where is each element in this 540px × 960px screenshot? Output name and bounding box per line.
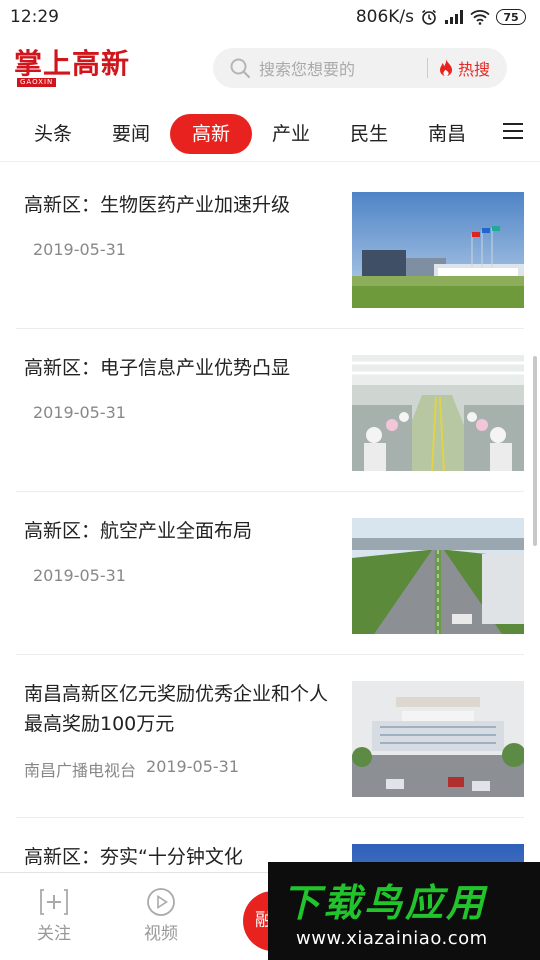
news-thumbnail[interactable]: [352, 518, 524, 634]
status-time: 12:29: [10, 7, 59, 27]
signal-icon: [445, 10, 463, 24]
news-list: 高新区：生物医药产业加速升级 2019-05-31 高新区：电子信息产业优势凸显…: [0, 166, 540, 872]
menu-icon[interactable]: [502, 120, 524, 142]
news-title[interactable]: 高新区：生物医药产业加速升级: [24, 190, 336, 220]
news-meta: 2019-05-31: [33, 240, 126, 259]
alarm-icon: [422, 9, 436, 25]
watermark: 下载鸟应用 www.xiazainiao.com: [268, 862, 540, 960]
nav-video[interactable]: 视频: [131, 887, 191, 944]
app-logo: 掌上高新 GAOXIN: [14, 48, 134, 88]
watermark-title: 下载鸟应用: [282, 881, 488, 925]
news-thumbnail[interactable]: [352, 681, 524, 797]
news-title[interactable]: 高新区：电子信息产业优势凸显: [24, 353, 336, 383]
news-title[interactable]: 南昌高新区亿元奖励优秀企业和个人 最高奖励100万元: [24, 679, 336, 739]
network-speed: 806K/s: [355, 7, 414, 27]
tab-industry[interactable]: 产业: [252, 114, 330, 154]
status-bar: 12:29 806K/s 75: [0, 0, 540, 34]
search-icon: [230, 58, 251, 79]
battery-icon: 75: [496, 9, 526, 25]
hot-search-label: 热搜: [458, 60, 491, 79]
news-date: 2019-05-31: [33, 240, 126, 259]
wifi-icon: [470, 10, 490, 25]
news-title[interactable]: 高新区：航空产业全面布局: [24, 516, 336, 546]
logo-subtitle: GAOXIN: [17, 78, 57, 87]
news-date: 2019-05-31: [146, 757, 239, 776]
news-item[interactable]: 高新区：航空产业全面布局 2019-05-31: [16, 492, 524, 655]
scrollbar[interactable]: [533, 356, 537, 546]
news-meta: 2019-05-31: [33, 566, 126, 585]
logo-title: 掌上高新: [14, 47, 131, 80]
tab-news[interactable]: 要闻: [92, 114, 170, 154]
news-item[interactable]: 南昌高新区亿元奖励优秀企业和个人 最高奖励100万元 南昌广播电视台 2019-…: [16, 655, 524, 818]
news-item[interactable]: 高新区：生物医药产业加速升级 2019-05-31: [16, 166, 524, 329]
tab-gaoxin[interactable]: 高新: [170, 113, 253, 154]
flame-icon: [440, 59, 452, 76]
news-meta: 2019-05-31: [33, 403, 126, 422]
status-indicators: 806K/s 75: [356, 7, 526, 27]
news-item[interactable]: 高新区：电子信息产业优势凸显 2019-05-31: [16, 329, 524, 492]
search-input[interactable]: 搜索您想要的: [259, 56, 419, 80]
tab-headline[interactable]: 头条: [14, 114, 92, 154]
nav-video-label: 视频: [144, 924, 178, 944]
search-bar[interactable]: 搜索您想要的 热搜: [213, 48, 507, 88]
news-date: 2019-05-31: [33, 566, 126, 585]
tab-row: 头条 要闻 高新 产业 民生 南昌: [0, 113, 486, 154]
news-thumbnail[interactable]: [352, 355, 524, 471]
follow-icon: [40, 889, 68, 915]
tabs-fade: [460, 106, 540, 161]
news-meta: 南昌广播电视台 2019-05-31: [24, 757, 239, 781]
news-source: 南昌广播电视台: [24, 761, 137, 780]
app-header: 掌上高新 GAOXIN 搜索您想要的 热搜: [0, 34, 540, 102]
tab-livelihood[interactable]: 民生: [330, 114, 408, 154]
news-date: 2019-05-31: [33, 403, 126, 422]
nav-follow-label: 关注: [37, 924, 71, 944]
search-divider: [427, 58, 428, 78]
category-tabs: 头条 要闻 高新 产业 民生 南昌: [0, 106, 540, 162]
hot-search-button[interactable]: 热搜: [438, 56, 490, 80]
watermark-url: www.xiazainiao.com: [296, 928, 488, 949]
nav-follow[interactable]: 关注: [24, 887, 84, 944]
play-icon: [147, 888, 175, 916]
news-thumbnail[interactable]: [352, 192, 524, 308]
